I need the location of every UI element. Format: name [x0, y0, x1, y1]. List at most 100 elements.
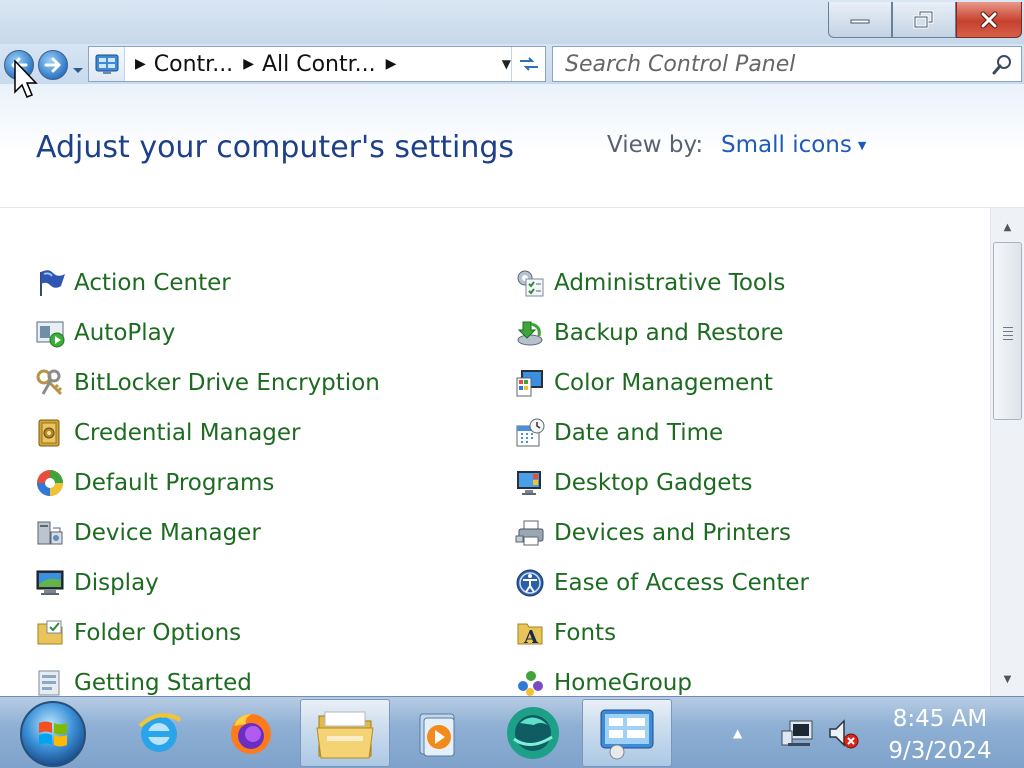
item-devices-and-printers[interactable]: Devices and Printers: [514, 515, 791, 551]
clock-date: 9/3/2024: [888, 738, 992, 764]
page-title: Adjust your computer's settings: [36, 130, 515, 165]
scroll-up-button[interactable]: ▲: [991, 212, 1024, 242]
taskbar: ▲ 8:45 AM 9/3/2024: [0, 696, 1024, 768]
refresh-button[interactable]: [511, 47, 545, 81]
item-device-manager[interactable]: Device Manager: [34, 515, 261, 551]
content-header: Adjust your computer's settings View by:…: [0, 84, 1024, 208]
item-folder-options[interactable]: Folder Options: [34, 615, 241, 651]
item-label: BitLocker Drive Encryption: [74, 370, 380, 396]
address-history-dropdown[interactable]: ▼: [502, 57, 511, 71]
app-icon: [507, 707, 559, 759]
item-administrative-tools[interactable]: Administrative Tools: [514, 265, 785, 301]
taskbar-app[interactable]: [488, 699, 578, 767]
item-label: Color Management: [554, 370, 773, 396]
control-panel-icon: [600, 709, 654, 760]
restore-button[interactable]: [892, 2, 956, 38]
close-button[interactable]: [956, 2, 1022, 38]
window-controls: [828, 2, 1022, 38]
display-icon: [34, 567, 66, 599]
autoplay-icon: [34, 317, 66, 349]
homegroup-icon: [514, 667, 546, 696]
item-homegroup[interactable]: HomeGroup: [514, 665, 692, 696]
mouse-cursor-icon: [14, 59, 38, 104]
item-label: Date and Time: [554, 420, 724, 446]
item-default-programs[interactable]: Default Programs: [34, 465, 274, 501]
show-hidden-icons-button[interactable]: ▲: [733, 726, 742, 740]
internet-explorer-icon: [138, 713, 182, 752]
minimize-icon: [850, 19, 870, 23]
navigation-bar: ▶ Contr... ▶ All Contr... ▶ ▼: [0, 44, 1024, 84]
device-manager-icon: [34, 517, 66, 549]
chevron-down-icon: [73, 68, 83, 73]
item-desktop-gadgets[interactable]: Desktop Gadgets: [514, 465, 752, 501]
item-label: Devices and Printers: [554, 520, 792, 546]
forward-button[interactable]: [38, 50, 68, 80]
view-by-value: Small icons: [721, 132, 852, 158]
taskbar-file-explorer[interactable]: [300, 699, 390, 767]
windows-logo-icon: [39, 721, 67, 747]
taskbar-media-player[interactable]: [392, 699, 482, 767]
item-credential-manager[interactable]: Credential Manager: [34, 415, 301, 451]
address-bar[interactable]: ▶ Contr... ▶ All Contr... ▶ ▼: [88, 46, 546, 82]
item-backup-and-restore[interactable]: Backup and Restore: [514, 315, 783, 351]
item-autoplay[interactable]: AutoPlay: [34, 315, 175, 351]
item-label: Credential Manager: [74, 420, 301, 446]
vertical-scrollbar[interactable]: ▲ ▼: [990, 208, 1024, 696]
backup-icon: [514, 317, 546, 349]
volume-muted-icon[interactable]: [826, 717, 862, 755]
scroll-down-button[interactable]: ▼: [991, 664, 1024, 694]
item-label: Folder Options: [74, 620, 242, 646]
svg-text:A: A: [523, 627, 539, 648]
breadcrumb-all-control-panel-items[interactable]: All Contr...: [262, 52, 376, 77]
network-icon[interactable]: [780, 717, 814, 753]
media-player-icon: [419, 713, 455, 757]
minimize-button[interactable]: [828, 2, 892, 38]
item-label: Action Center: [74, 270, 231, 296]
admin-tools-icon: [514, 267, 546, 299]
search-box: [552, 46, 1022, 82]
item-action-center[interactable]: Action Center: [34, 265, 231, 301]
taskbar-control-panel[interactable]: [582, 699, 672, 767]
item-label: Ease of Access Center: [554, 570, 810, 596]
item-bitlocker[interactable]: BitLocker Drive Encryption: [34, 365, 380, 401]
item-date-and-time[interactable]: Date and Time: [514, 415, 723, 451]
item-label: HomeGroup: [554, 670, 692, 696]
gadgets-icon: [514, 467, 546, 499]
taskbar-internet-explorer[interactable]: [114, 699, 204, 767]
item-label: Default Programs: [74, 470, 275, 496]
item-fonts[interactable]: A Fonts: [514, 615, 616, 651]
fonts-icon: A: [514, 617, 546, 649]
control-panel-items: Action Center AutoPlay BitLocker Drive E…: [0, 208, 990, 696]
color-management-icon: [514, 367, 546, 399]
folder-options-icon: [34, 617, 66, 649]
breadcrumb-separator-icon[interactable]: ▶: [386, 56, 397, 72]
breadcrumb-control-panel[interactable]: Contr...: [154, 52, 233, 77]
search-icon[interactable]: [991, 54, 1013, 80]
restore-icon: [913, 10, 934, 28]
recent-pages-dropdown[interactable]: [72, 60, 84, 79]
default-programs-icon: [34, 467, 66, 499]
taskbar-firefox[interactable]: [206, 699, 296, 767]
start-button[interactable]: [20, 701, 86, 767]
item-display[interactable]: Display: [34, 565, 159, 601]
item-color-management[interactable]: Color Management: [514, 365, 773, 401]
item-label: Getting Started: [74, 670, 252, 696]
scrollbar-thumb[interactable]: [993, 242, 1022, 420]
item-getting-started[interactable]: Getting Started: [34, 665, 252, 696]
ease-of-access-icon: [514, 567, 546, 599]
flag-icon: [34, 267, 66, 299]
breadcrumb-separator-icon[interactable]: ▶: [243, 56, 254, 72]
forward-arrow-icon: [44, 57, 61, 73]
item-label: Display: [74, 570, 159, 596]
breadcrumb-separator-icon[interactable]: ▶: [135, 56, 146, 72]
view-by-dropdown[interactable]: Small icons ▼: [721, 132, 866, 158]
search-input[interactable]: [553, 51, 983, 77]
keys-icon: [34, 367, 66, 399]
item-label: Fonts: [554, 620, 617, 646]
clock-time: 8:45 AM: [892, 706, 988, 732]
refresh-icon: [519, 57, 538, 71]
vault-icon: [34, 417, 66, 449]
item-label: Administrative Tools: [554, 270, 786, 296]
item-ease-of-access-center[interactable]: Ease of Access Center: [514, 565, 809, 601]
system-clock[interactable]: 8:45 AM 9/3/2024: [880, 703, 1000, 767]
